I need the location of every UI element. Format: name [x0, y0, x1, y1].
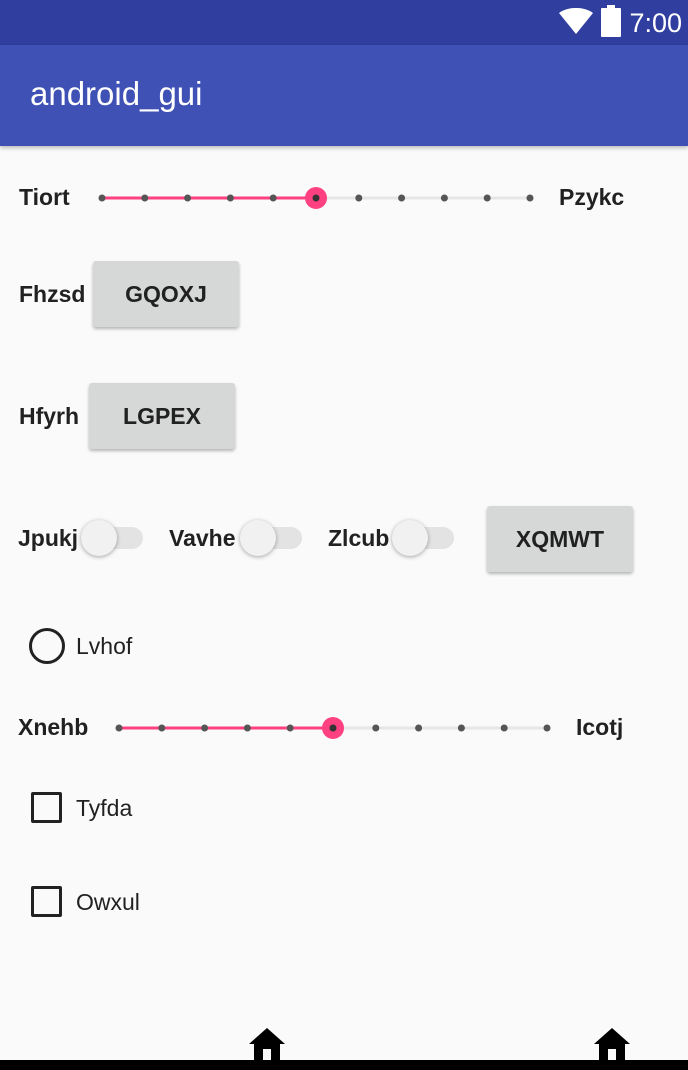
seek-bar-graphic [98, 187, 534, 209]
xqmwt-button[interactable]: XQMWT [487, 506, 633, 572]
seek-bar-tick [98, 194, 106, 202]
status-icons: 7:00 [559, 4, 682, 42]
seek-bar-tick [286, 724, 294, 732]
seek-bar-tick [115, 724, 123, 732]
slider-left-label: Tiort [19, 184, 70, 210]
status-time: 7:00 [629, 7, 682, 38]
seek-bar-tick [415, 724, 423, 732]
switch-thumb [81, 520, 117, 556]
seek-bar-tick [243, 724, 251, 732]
checkbox-label: Owxul [76, 889, 140, 915]
seek-bar-thumb-tick [329, 724, 337, 732]
switch-toggle[interactable] [81, 518, 143, 558]
seek-bar-tick [483, 194, 491, 202]
seek-bar-graphic [115, 717, 551, 739]
seek-bar-thumb-tick [312, 194, 320, 202]
radio-label: Lvhof [76, 633, 133, 659]
checkbox[interactable] [31, 792, 62, 823]
lgpex-button[interactable]: LGPEX [89, 383, 235, 449]
seek-bar-tick [355, 194, 363, 202]
slider-right-label: Icotj [576, 714, 624, 740]
row-label: Fhzsd [19, 281, 86, 307]
seek-bar-tick [440, 194, 448, 202]
seek-bar[interactable] [115, 713, 551, 743]
seek-bar-tick [184, 194, 192, 202]
app-title: android_gui [30, 75, 203, 112]
switch-label: Jpukj [18, 525, 79, 551]
gqoxj-button[interactable]: GQOXJ [93, 261, 239, 327]
row-label: Hfyrh [19, 403, 80, 429]
switch-label: Zlcub [328, 525, 390, 551]
seek-bar-tick [158, 724, 166, 732]
checkbox-label: Tyfda [76, 795, 133, 821]
seek-bar-tick [201, 724, 209, 732]
switch-label: Vavhe [169, 525, 236, 551]
seek-bar-tick [226, 194, 234, 202]
navigation-bar [0, 1060, 688, 1070]
seek-bar-tick [500, 724, 508, 732]
app-bar: android_gui [0, 45, 688, 146]
slider-left-label: Xnehb [18, 714, 89, 740]
seek-bar-tick [141, 194, 149, 202]
seek-bar-tick [269, 194, 277, 202]
seek-bar-tick [526, 194, 534, 202]
seek-bar-tick [398, 194, 406, 202]
seek-bar-tick [457, 724, 465, 732]
switch-toggle[interactable] [392, 518, 454, 558]
switch-thumb [392, 520, 428, 556]
switch-toggle[interactable] [240, 518, 302, 558]
battery-icon [601, 4, 622, 42]
seek-bar-tick [372, 724, 380, 732]
wifi-icon [559, 7, 594, 39]
seek-bar-tick [543, 724, 551, 732]
seek-bar[interactable] [98, 183, 534, 213]
home-icon[interactable] [249, 1028, 285, 1060]
radio-button[interactable] [29, 628, 65, 664]
status-bar: 7:00 [0, 0, 688, 45]
switch-thumb [240, 520, 276, 556]
slider-right-label: Pzykc [559, 184, 625, 210]
home-icon[interactable] [594, 1028, 630, 1060]
checkbox[interactable] [31, 886, 62, 917]
